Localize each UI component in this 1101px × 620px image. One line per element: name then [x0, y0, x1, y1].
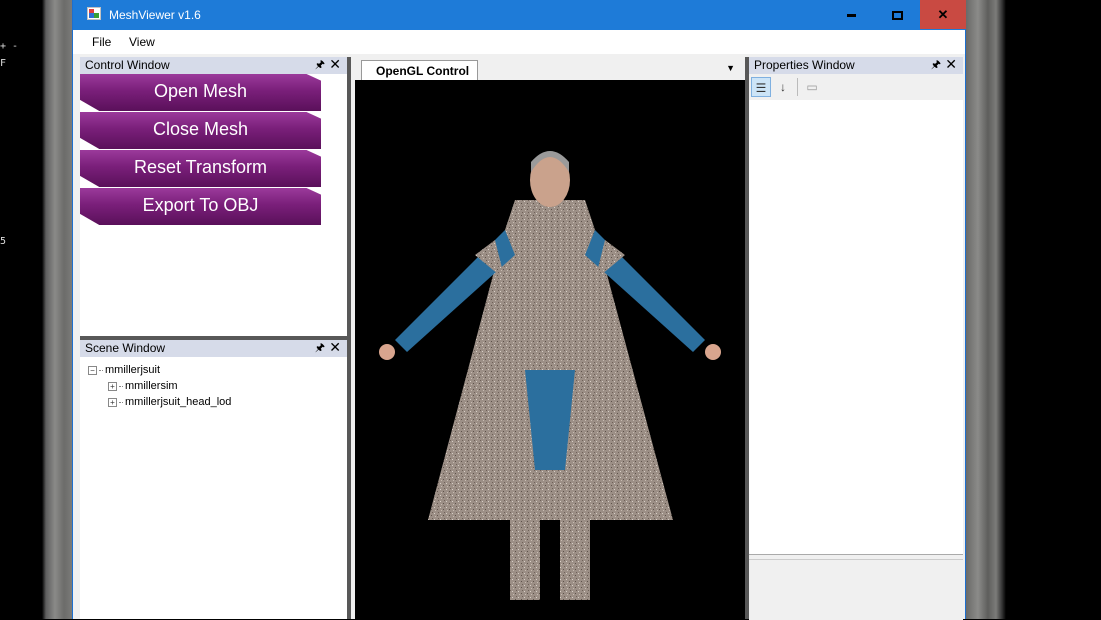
scene-window-title: Scene Window [85, 341, 166, 355]
open-mesh-button[interactable]: Open Mesh [80, 74, 321, 111]
minimize-button[interactable] [828, 0, 874, 29]
maximize-icon [891, 11, 903, 21]
desktop-text-fragment: + - [0, 41, 19, 52]
properties-toolbar: ☰ ↓ ▭ [749, 74, 963, 100]
tree-node-label: mmillerjsuit [105, 364, 160, 376]
menu-bar: File View [73, 30, 965, 54]
expand-icon[interactable]: + [108, 381, 117, 391]
control-window-title: Control Window [85, 58, 170, 72]
character-mesh [379, 151, 721, 600]
minimize-icon [846, 14, 856, 18]
desktop-text-fragment: 5 [0, 236, 7, 247]
properties-window: Properties Window 🖈 ✕ ☰ ↓ ▭ [749, 56, 963, 620]
toolbar-separator [797, 78, 798, 96]
export-to-obj-button[interactable]: Export To OBJ [80, 188, 321, 225]
maximize-button[interactable] [874, 0, 920, 29]
property-pages-icon[interactable]: ▭ [802, 77, 822, 97]
collapse-icon[interactable]: − [88, 365, 97, 375]
control-window-header: Control Window 🖈 ✕ [80, 56, 347, 74]
close-icon: ✕ [937, 7, 949, 22]
opengl-tab-strip: OpenGL Control ▼ [351, 56, 745, 81]
desktop-text-fragment: F [0, 58, 7, 69]
desktop-background-left [0, 0, 72, 619]
pin-icon[interactable]: 🖈 [931, 57, 941, 74]
menu-file[interactable]: File [92, 35, 111, 49]
close-icon[interactable]: ✕ [945, 56, 957, 73]
pin-icon[interactable]: 🖈 [315, 340, 325, 357]
window-title: MeshViewer v1.6 [109, 8, 201, 22]
tab-opengl-control[interactable]: OpenGL Control [361, 60, 479, 81]
tree-connector [99, 369, 103, 371]
close-icon[interactable]: ✕ [329, 339, 341, 356]
chevron-down-icon[interactable]: ▼ [726, 63, 735, 73]
tree-connector [119, 385, 123, 387]
tree-node[interactable]: + mmillerjsuit_head_lod [88, 394, 231, 410]
tree-node-root[interactable]: − mmillerjsuit [88, 362, 231, 378]
reset-transform-button[interactable]: Reset Transform [80, 150, 321, 187]
tree-node[interactable]: + mmillersim [88, 378, 231, 394]
desktop-background-right [966, 0, 1101, 619]
splitter[interactable] [745, 57, 749, 619]
tree-connector [119, 401, 123, 403]
scene-tree: − mmillerjsuit + mmillersim + mmillerjsuit_… [88, 362, 231, 410]
app-window: MeshViewer v1.6 ✕ File View Control Wind… [72, 0, 966, 620]
title-bar[interactable]: MeshViewer v1.6 ✕ [73, 0, 966, 30]
tree-node-label: mmillersim [125, 380, 178, 392]
property-grid[interactable] [749, 100, 963, 555]
close-button[interactable]: ✕ [920, 0, 966, 29]
splitter[interactable] [80, 336, 347, 340]
opengl-viewport[interactable] [355, 80, 745, 619]
expand-icon[interactable]: + [108, 397, 117, 407]
app-icon [87, 7, 101, 20]
scene-window-header: Scene Window 🖈 ✕ [80, 339, 347, 357]
scene-window: Scene Window 🖈 ✕ − mmillerjsuit + mmillers… [80, 339, 347, 619]
tree-node-label: mmillerjsuit_head_lod [125, 396, 232, 408]
properties-window-title: Properties Window [754, 58, 855, 72]
pin-icon[interactable]: 🖈 [315, 57, 325, 74]
sort-alphabetical-icon[interactable]: ↓ [773, 77, 793, 97]
control-window: Control Window 🖈 ✕ Open Mesh Close Mesh … [80, 56, 347, 336]
menu-view[interactable]: View [129, 35, 155, 49]
close-icon[interactable]: ✕ [329, 56, 341, 73]
property-description-area [749, 559, 963, 620]
properties-window-header: Properties Window 🖈 ✕ [749, 56, 963, 74]
categorized-view-icon[interactable]: ☰ [751, 77, 771, 97]
close-mesh-button[interactable]: Close Mesh [80, 112, 321, 149]
splitter[interactable] [347, 57, 351, 619]
